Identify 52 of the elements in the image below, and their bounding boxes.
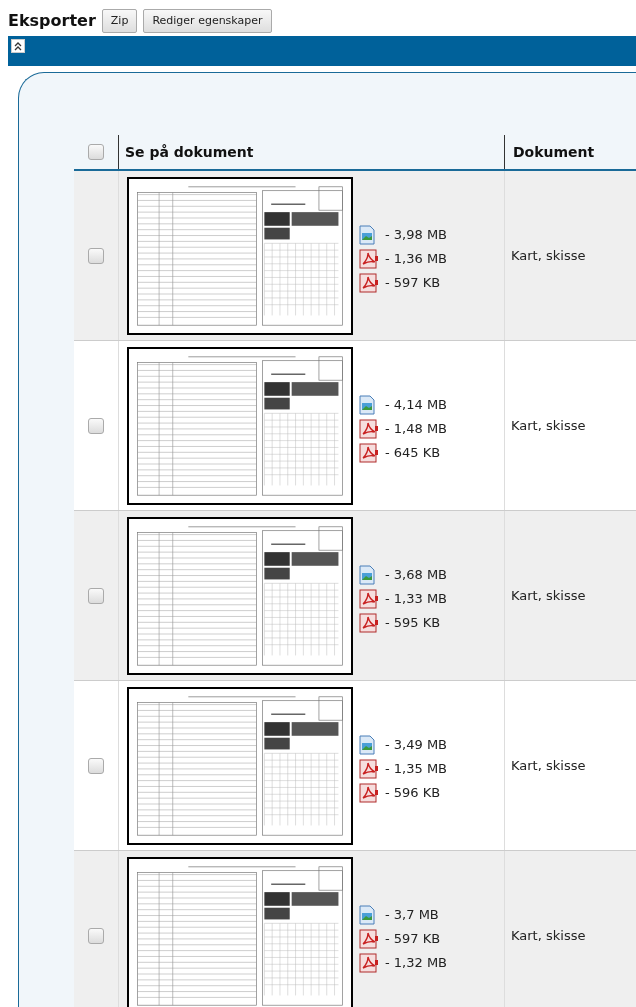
file-size: - 645 KB [385,444,441,462]
file-size: - 1,48 MB [385,420,448,438]
image-file-icon[interactable] [359,904,375,925]
document-type: Kart, skisse [511,926,586,945]
pdf-file-icon[interactable] [359,272,379,293]
pdf-file-icon[interactable] [359,928,379,949]
file-size: - 597 KB [385,930,441,948]
checkbox[interactable] [88,417,104,434]
column-header: Dokument [513,142,595,162]
file-size: - 4,14 MB [385,396,448,414]
export-title: Eksporter [8,10,96,32]
file-size: - 3,68 MB [385,566,448,584]
image-file-icon[interactable] [359,224,375,245]
document-thumbnail[interactable] [127,516,353,675]
document-type: Kart, skisse [511,756,586,775]
file-size: - 3,7 MB [385,906,439,924]
pdf-file-icon[interactable] [359,588,379,609]
image-file-icon[interactable] [359,734,375,755]
pdf-file-icon[interactable] [359,952,379,973]
document-type: Kart, skisse [511,416,586,435]
file-size: - 595 KB [385,614,441,632]
checkbox[interactable] [88,247,104,264]
pdf-file-icon[interactable] [359,442,379,463]
file-size: - 1,36 MB [385,250,448,268]
pdf-file-icon[interactable] [359,248,379,269]
file-size: - 3,49 MB [385,736,448,754]
file-size: - 597 KB [385,274,441,292]
document-thumbnail[interactable] [127,686,353,845]
checkbox[interactable] [88,587,104,604]
file-size: - 1,35 MB [385,760,448,778]
file-size: - 596 KB [385,784,441,802]
file-size: - 1,32 MB [385,954,448,972]
pdf-file-icon[interactable] [359,612,379,633]
collapse-toggle-icon[interactable] [11,39,25,53]
pdf-file-icon[interactable] [359,782,379,803]
pdf-file-icon[interactable] [359,758,379,779]
checkbox[interactable] [88,144,104,160]
file-size: - 1,33 MB [385,590,448,608]
file-size: - 3,98 MB [385,226,448,244]
document-thumbnail[interactable] [127,856,353,1007]
column-header: Se på dokument [125,142,254,162]
document-thumbnail[interactable] [127,346,353,505]
checkbox[interactable] [88,927,104,944]
document-thumbnail[interactable] [127,176,353,335]
pdf-file-icon[interactable] [359,418,379,439]
checkbox[interactable] [88,757,104,774]
image-file-icon[interactable] [359,394,375,415]
toolbar-button[interactable]: Rediger egenskaper [143,8,272,34]
document-type: Kart, skisse [511,586,586,605]
image-file-icon[interactable] [359,564,375,585]
document-type: Kart, skisse [511,246,586,265]
toolbar-button[interactable]: Zip [101,8,138,34]
